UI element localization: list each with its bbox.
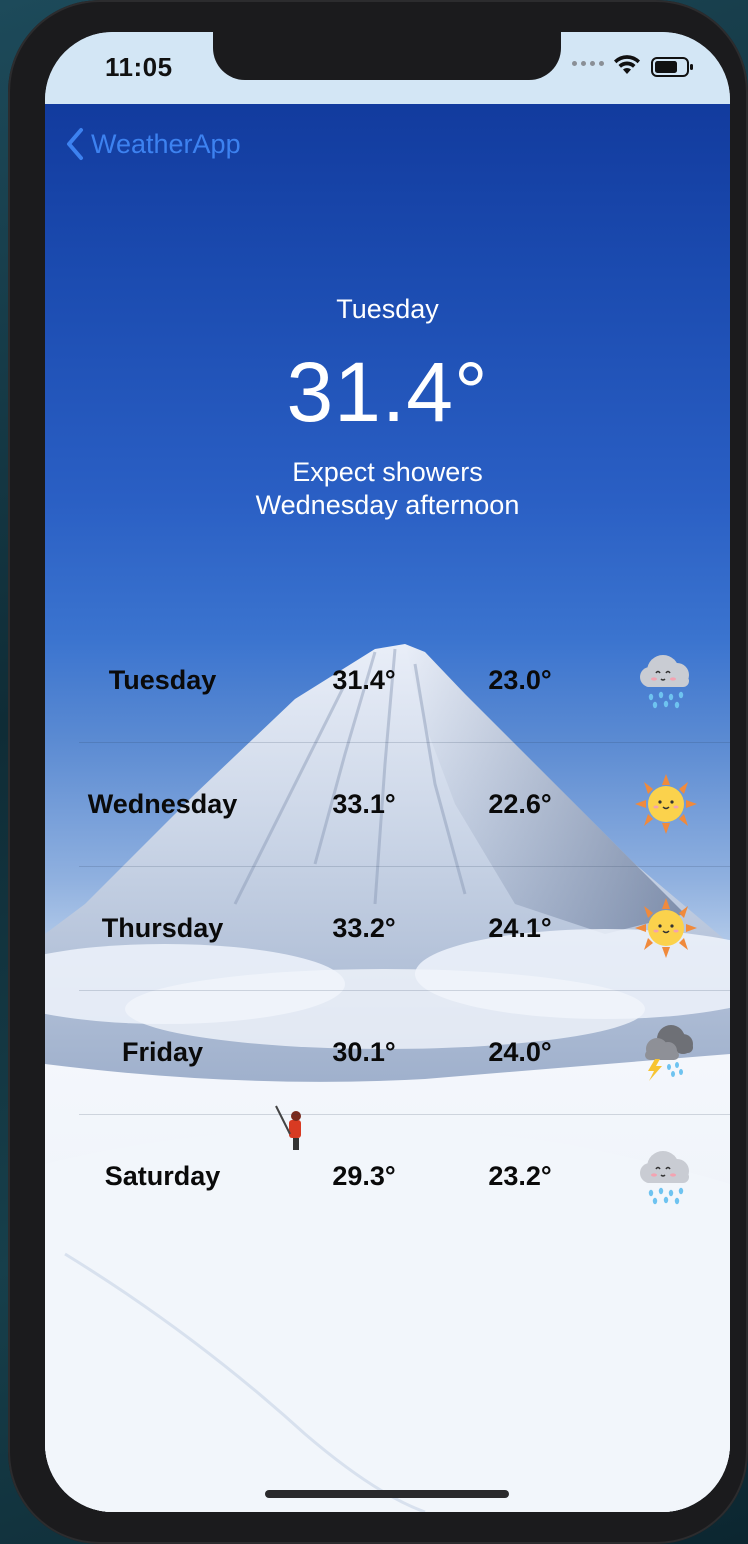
forecast-high: 29.3°	[332, 1161, 396, 1191]
forecast-low: 24.1°	[488, 913, 552, 943]
forecast-day: Tuesday	[108, 665, 217, 695]
status-bar: 11:05	[45, 32, 730, 104]
forecast-list: Tuesday 31.4° 23.0° Wednesday 33.1° 22.6…	[45, 619, 730, 1239]
forecast-low: 23.2°	[488, 1161, 552, 1191]
forecast-high: 31.4°	[332, 665, 396, 695]
forecast-day: Thursday	[101, 913, 224, 943]
forecast-row[interactable]: Tuesday 31.4° 23.0°	[45, 619, 730, 743]
thunderstorm-icon	[645, 1025, 693, 1081]
weather-description-line2: Wednesday afternoon	[255, 490, 520, 520]
forecast-row[interactable]: Friday 30.1° 24.0°	[45, 991, 730, 1115]
forecast-high: 33.1°	[332, 789, 396, 819]
weather-view: WeatherApp Tuesday 31.4° Expect showers …	[45, 104, 730, 1512]
notch	[213, 32, 561, 80]
forecast-row[interactable]: Thursday 33.2° 24.1°	[45, 867, 730, 991]
phone-screen: 11:05 WeatherApp Tuesday 31.4° Expect sh…	[45, 32, 730, 1512]
chevron-left-icon	[67, 128, 83, 160]
rain-cloud-icon	[640, 1151, 689, 1205]
sun-icon	[635, 898, 697, 958]
forecast-low: 22.6°	[488, 789, 552, 819]
rain-cloud-icon	[640, 655, 689, 709]
forecast-row[interactable]: Wednesday 33.1° 22.6°	[45, 743, 730, 867]
weather-description: Expect showers Wednesday afternoon	[45, 456, 730, 522]
cellular-signal-icon	[572, 58, 606, 68]
phone-frame: 11:05 WeatherApp Tuesday 31.4° Expect sh…	[8, 0, 748, 1544]
forecast-day: Wednesday	[87, 789, 238, 819]
battery-icon	[651, 57, 693, 77]
forecast-row[interactable]: Saturday 29.3° 23.2°	[45, 1115, 730, 1239]
forecast-low: 23.0°	[488, 665, 552, 695]
back-button-label: WeatherApp	[91, 128, 241, 159]
forecast-high: 30.1°	[332, 1037, 396, 1067]
weather-description-line1: Expect showers	[292, 457, 483, 487]
forecast-high: 33.2°	[332, 913, 396, 943]
wifi-icon	[614, 55, 640, 74]
back-button[interactable]: WeatherApp	[65, 124, 241, 164]
current-day: Tuesday	[336, 294, 439, 324]
home-indicator[interactable]	[265, 1490, 509, 1498]
sun-icon	[635, 774, 697, 834]
forecast-low: 24.0°	[488, 1037, 552, 1067]
forecast-day: Friday	[121, 1037, 204, 1067]
forecast-day: Saturday	[104, 1161, 221, 1191]
status-time: 11:05	[105, 52, 173, 82]
current-temperature: 31.4°	[286, 345, 489, 439]
